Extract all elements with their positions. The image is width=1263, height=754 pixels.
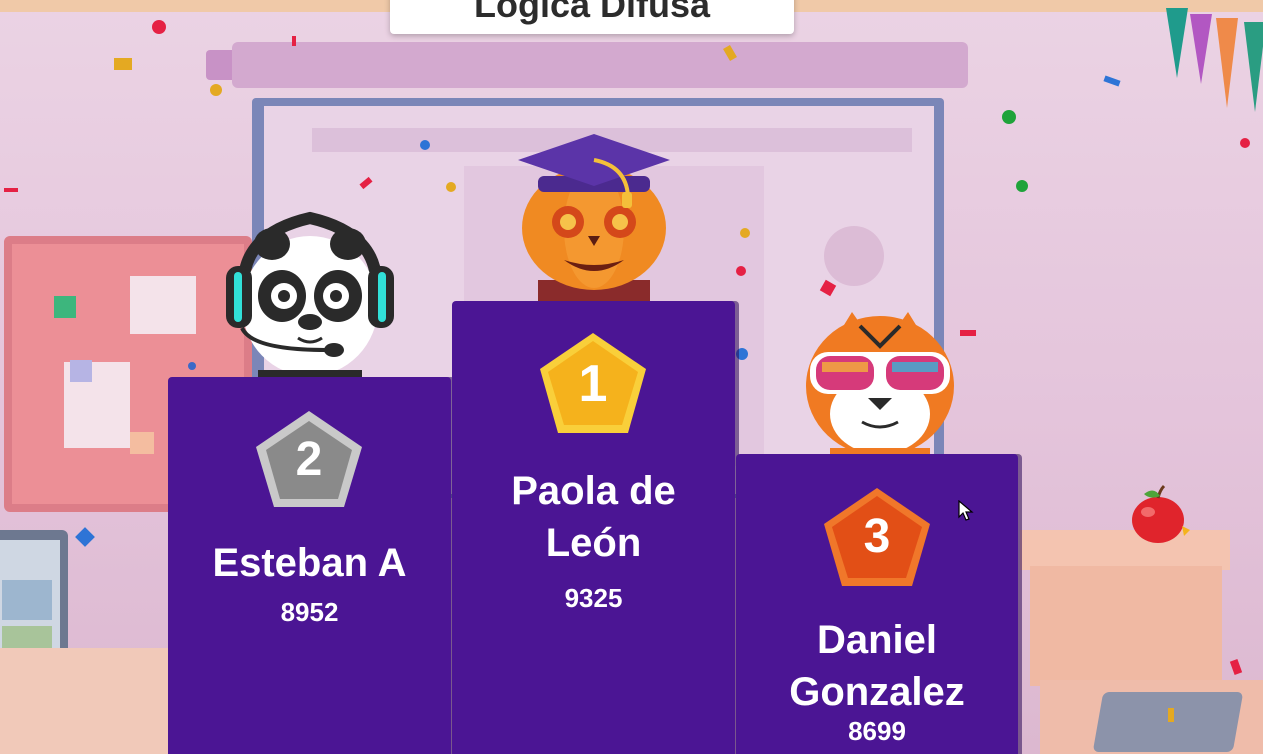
player-score: 8699: [848, 716, 906, 746]
bronze-medal-icon: 3: [824, 488, 930, 586]
silver-medal-icon: 2: [256, 411, 362, 507]
sticky-note: [54, 296, 76, 318]
apple-icon: [1132, 484, 1190, 543]
sticky-note: [70, 360, 92, 382]
panda-headset-avatar: [226, 211, 394, 382]
player-score: 8952: [280, 597, 339, 627]
podium-first-place: 1 Paola de León 9325: [452, 301, 735, 754]
quiz-title-card: Lógica Difusa: [390, 0, 794, 34]
podium-third-place: 3 Daniel Gonzalez 8699: [736, 454, 1018, 754]
projector-screen-roll: [232, 42, 968, 88]
sticky-note: [130, 276, 196, 334]
rank-number: 3: [864, 510, 891, 563]
mouse-cursor-icon: [958, 500, 974, 521]
player-name: Esteban A: [212, 541, 407, 585]
push-pin: [188, 362, 196, 370]
desk-drawer: [1030, 566, 1222, 686]
laptop: [1092, 692, 1244, 752]
pumpkin-graduate-avatar: [518, 134, 670, 304]
podium-second-place: 2 Esteban A 8952: [168, 377, 451, 754]
player-score: 9325: [564, 583, 623, 613]
tiger-sunglasses-avatar: [806, 312, 954, 458]
gold-medal-icon: 1: [540, 333, 646, 433]
sticky-note: [130, 432, 154, 454]
quiz-title: Lógica Difusa: [473, 0, 711, 25]
rank-number: 1: [579, 355, 608, 413]
player-name: Paola de León: [511, 469, 676, 565]
rank-number: 2: [296, 433, 323, 486]
player-name: Daniel Gonzalez: [789, 618, 965, 714]
